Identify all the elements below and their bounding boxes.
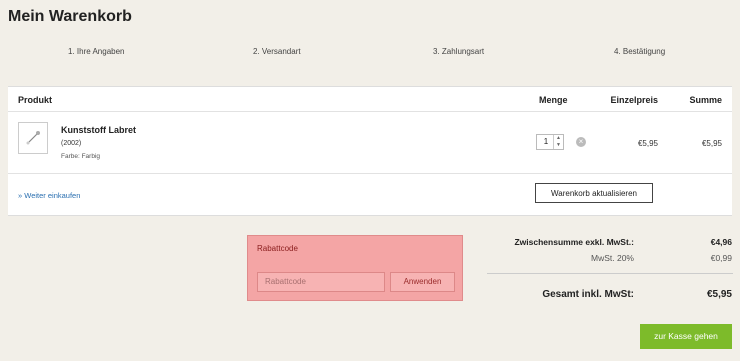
step-3: 3. Zahlungsart xyxy=(433,47,485,56)
unit-price: €5,95 xyxy=(637,139,658,148)
page-title: Mein Warenkorb xyxy=(8,8,132,25)
step-1: 1. Ihre Angaben xyxy=(68,47,125,56)
tax-label: MwSt. 20% xyxy=(591,253,634,263)
coupon-title: Rabattcode xyxy=(257,244,298,253)
update-cart-button[interactable]: Warenkorb aktualisieren xyxy=(535,183,653,203)
product-name[interactable]: Kunststoff Labret xyxy=(61,125,136,135)
tax-value: €0,99 xyxy=(710,253,732,263)
row-divider xyxy=(8,173,732,174)
apply-coupon-button[interactable]: Anwenden xyxy=(390,272,455,292)
header-product: Produkt xyxy=(18,95,53,105)
quantity-arrows-icon[interactable]: ▲ ▼ xyxy=(553,135,563,149)
step-4: 4. Bestätigung xyxy=(614,47,666,56)
header-quantity: Menge xyxy=(539,95,568,105)
line-total: €5,95 xyxy=(701,139,722,148)
product-color: Farbe: Farbig xyxy=(61,153,101,160)
cart-header-row: Produkt Menge Einzelpreis Summe xyxy=(8,87,732,112)
header-unit-price: Einzelpreis xyxy=(610,95,658,105)
product-code: (2002) xyxy=(61,140,82,147)
step-2: 2. Versandart xyxy=(253,47,301,56)
cart-table: Produkt Menge Einzelpreis Summe Kunststo… xyxy=(8,86,732,216)
product-image-icon xyxy=(26,131,40,145)
product-thumbnail[interactable] xyxy=(18,122,48,154)
continue-shopping-link[interactable]: » Weiter einkaufen xyxy=(18,191,80,200)
checkout-button[interactable]: zur Kasse gehen xyxy=(640,324,732,349)
header-total: Summe xyxy=(689,95,722,105)
subtotal-label: Zwischensumme exkl. MwSt.: xyxy=(514,237,634,247)
remove-item-icon[interactable]: × xyxy=(576,137,586,147)
subtotal-value: €4,96 xyxy=(710,237,732,247)
coupon-box: Rabattcode Rabattcode Anwenden xyxy=(247,235,463,301)
coupon-input[interactable]: Rabattcode xyxy=(257,272,385,292)
grand-total-value: €5,95 xyxy=(706,289,732,300)
grand-total-label: Gesamt inkl. MwSt: xyxy=(542,289,634,300)
totals-divider xyxy=(487,273,733,274)
quantity-stepper[interactable]: 1 ▲ ▼ xyxy=(536,134,564,150)
